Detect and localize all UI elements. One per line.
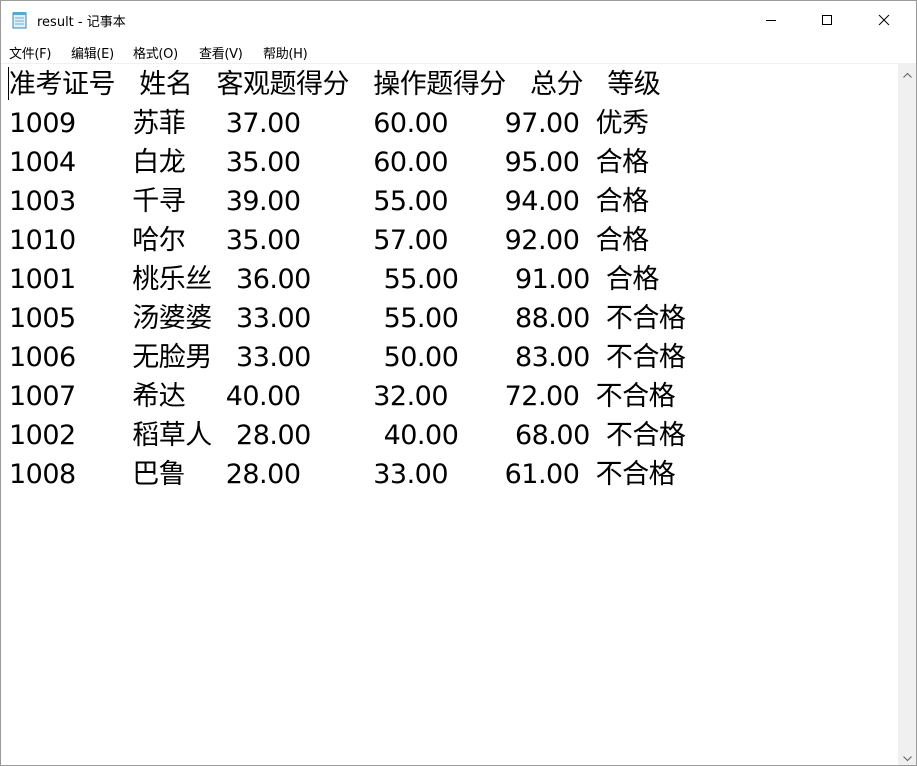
menu-bar: 文件(F) 编辑(E) 格式(O) 查看(V) 帮助(H) — [1, 39, 916, 64]
text-line: 1006 无脸男 33.00 50.00 83.00 不合格 — [9, 342, 686, 373]
text-line: 1009 苏菲 37.00 60.00 97.00 优秀 — [9, 108, 649, 139]
menu-help[interactable]: 帮助(H) — [263, 43, 308, 62]
notepad-window: result - 记事本 文件(F) 编辑(E) 格式(O) 查看(V) 帮助(… — [0, 0, 917, 766]
text-line-header: 准考证号 姓名 客观题得分 操作题得分 总分 等级 — [9, 69, 661, 100]
chevron-up-icon — [902, 63, 912, 82]
text-line: 1003 千寻 39.00 55.00 94.00 合格 — [9, 186, 649, 217]
text-editor-area[interactable]: 准考证号 姓名 客观题得分 操作题得分 总分 等级 1009 苏菲 37.00 … — [1, 64, 898, 765]
text-line: 1005 汤婆婆 33.00 55.00 88.00 不合格 — [9, 303, 686, 334]
maximize-icon — [821, 11, 833, 30]
chevron-down-icon — [902, 747, 912, 766]
close-button[interactable] — [861, 1, 907, 39]
title-bar[interactable]: result - 记事本 — [1, 1, 916, 39]
minimize-icon — [765, 11, 777, 30]
text-line: 1001 桃乐丝 36.00 55.00 91.00 合格 — [9, 264, 659, 295]
menu-format[interactable]: 格式(O) — [133, 43, 178, 62]
scroll-down-button[interactable] — [898, 748, 916, 765]
scroll-up-button[interactable] — [898, 64, 916, 81]
maximize-button[interactable] — [804, 1, 850, 39]
minimize-button[interactable] — [748, 1, 794, 39]
vertical-scrollbar[interactable] — [898, 64, 916, 765]
text-line: 1007 希达 40.00 32.00 72.00 不合格 — [9, 381, 676, 412]
menu-file[interactable]: 文件(F) — [9, 43, 51, 62]
text-line: 1004 白龙 35.00 60.00 95.00 合格 — [9, 147, 649, 178]
close-icon — [878, 11, 890, 30]
menu-view[interactable]: 查看(V) — [199, 43, 243, 62]
window-title: result - 记事本 — [37, 15, 126, 30]
notepad-icon — [12, 11, 28, 29]
text-line: 1008 巴鲁 28.00 33.00 61.00 不合格 — [9, 459, 676, 490]
text-line: 1002 稻草人 28.00 40.00 68.00 不合格 — [9, 420, 686, 451]
text-line: 1010 哈尔 35.00 57.00 92.00 合格 — [9, 225, 649, 256]
menu-edit[interactable]: 编辑(E) — [71, 43, 114, 62]
